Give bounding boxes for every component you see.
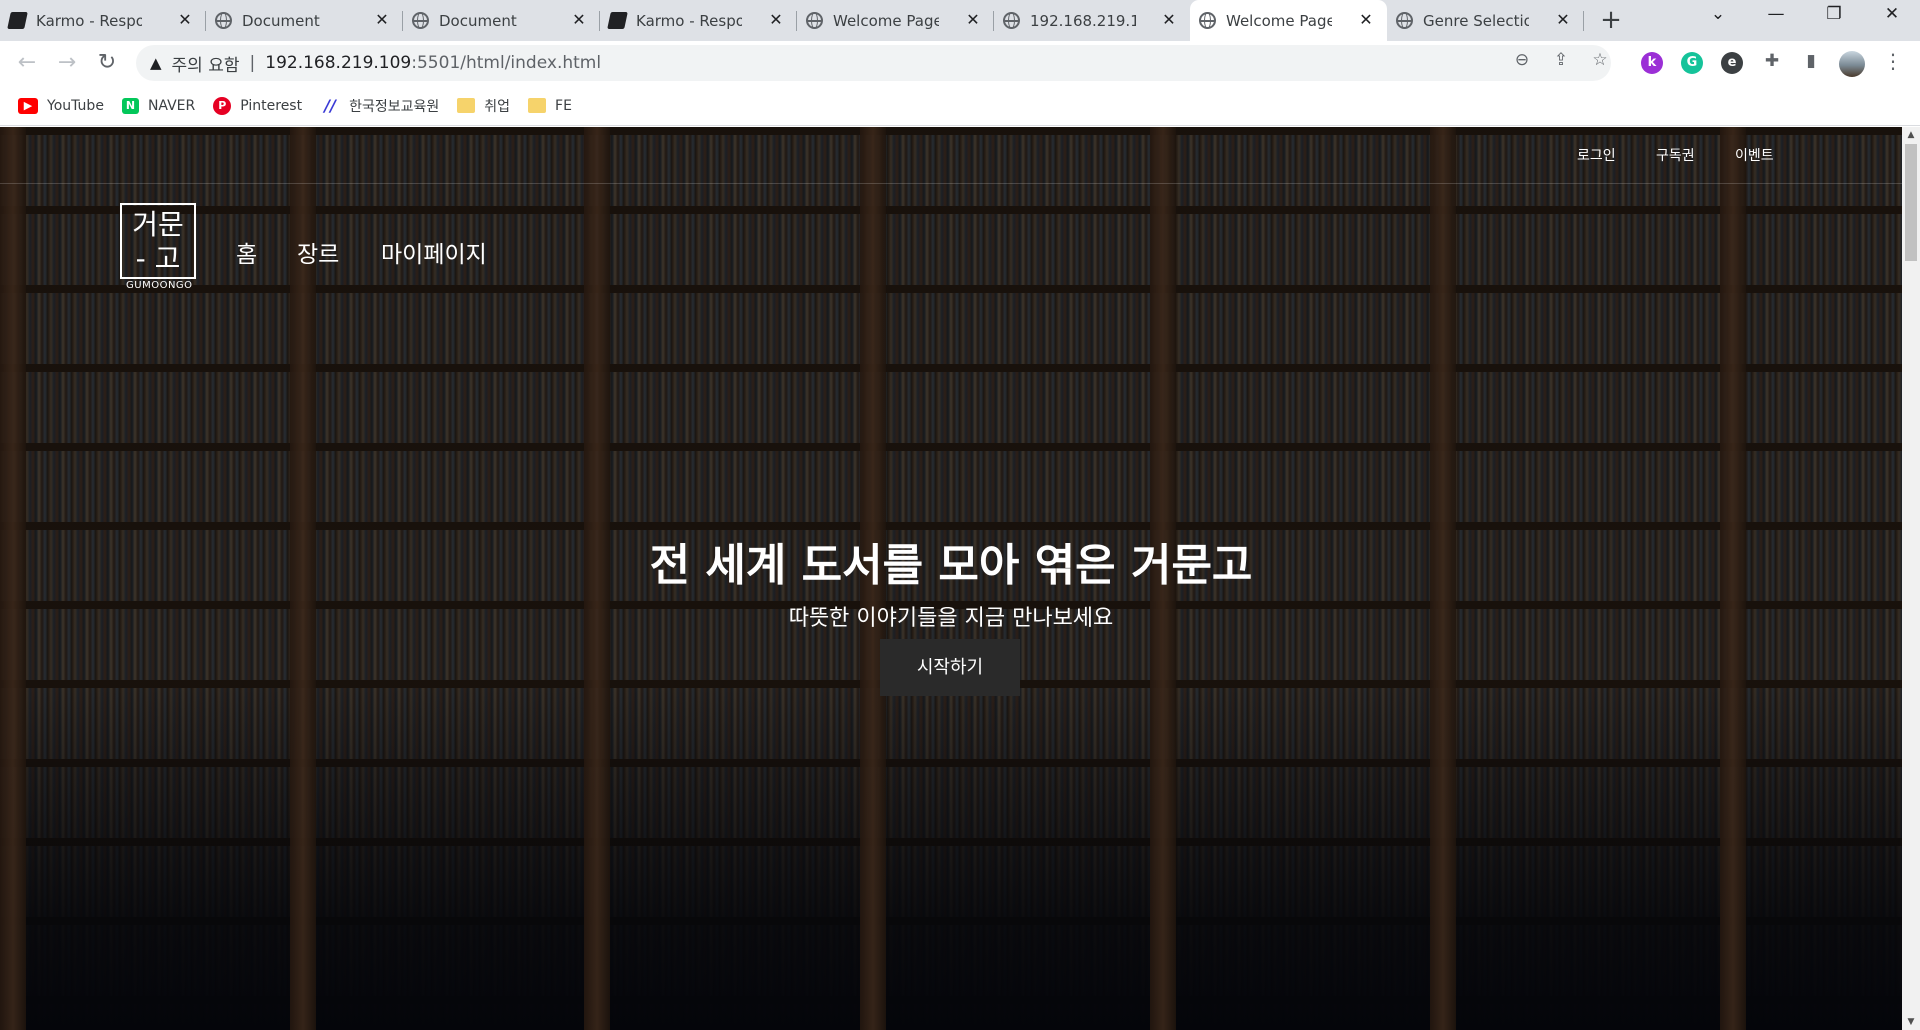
tab-title: Genre Selection P <box>1423 11 1529 30</box>
window-close-icon[interactable]: ✕ <box>1867 4 1917 24</box>
bookmark-label: Pinterest <box>240 97 303 114</box>
hero-subtitle: 따뜻한 이야기들을 지금 만나보세요 <box>788 606 1114 631</box>
globe-icon <box>1199 12 1216 29</box>
url-host: 192.168.219.109 <box>265 53 412 73</box>
tab-title: Karmo - Respons <box>36 11 142 30</box>
url-path: :5501/html/index.html <box>411 53 602 73</box>
tab-separator <box>1583 11 1584 31</box>
folder-icon <box>528 98 547 113</box>
tab[interactable]: Karmo - Respons ✕ <box>600 0 797 41</box>
tab-title: Karmo - Respons <box>636 11 742 30</box>
bookmark-youtube[interactable]: ▶ YouTube <box>18 92 104 120</box>
grammarly-icon[interactable]: G <box>1681 52 1703 74</box>
bookmark-pinterest[interactable]: P Pinterest <box>213 92 302 120</box>
tab[interactable]: Genre Selection P ✕ <box>1387 0 1584 41</box>
forward-icon[interactable]: → <box>53 49 81 77</box>
menu-kebab-icon[interactable]: ⋮ <box>1883 49 1903 73</box>
folder-icon <box>457 98 476 113</box>
tab[interactable]: 192.168.219.109 ✕ <box>994 0 1190 41</box>
nav-mypage[interactable]: 마이페이지 <box>381 235 487 269</box>
bookmark-folder[interactable]: 취업 <box>457 92 510 120</box>
close-icon[interactable]: ✕ <box>176 11 194 29</box>
login-link[interactable]: 로그인 <box>1577 145 1616 165</box>
tab[interactable]: Karmo - Respons ✕ <box>0 0 206 41</box>
restore-icon[interactable]: ❐ <box>1809 4 1859 24</box>
bookmark-kiie[interactable]: // 한국정보교육원 <box>320 92 439 120</box>
tab-title: Welcome Page <box>1226 11 1332 30</box>
bookmarks-bar: ▶ YouTube N NAVER P Pinterest // 한국정보교육원… <box>0 86 1920 126</box>
youtube-icon: ▶ <box>18 97 38 114</box>
bookmark-star-icon[interactable]: ☆ <box>1590 50 1610 70</box>
globe-icon <box>1396 12 1413 29</box>
vertical-scrollbar[interactable]: ▲ ▼ <box>1902 127 1920 1030</box>
tab[interactable]: Document ✕ <box>403 0 600 41</box>
logo-subtitle: GUMOONGO <box>126 280 193 291</box>
bookmark-label: YouTube <box>47 97 104 114</box>
subscription-link[interactable]: 구독권 <box>1656 145 1695 165</box>
globe-icon <box>215 12 232 29</box>
hero-title: 전 세계 도서를 모아 엮은 거문고 <box>649 540 1253 591</box>
tab-title: 192.168.219.109 <box>1030 11 1136 30</box>
extension-icon[interactable]: e <box>1721 52 1743 74</box>
share-icon[interactable]: ⇪ <box>1551 50 1571 70</box>
slash-logo-icon: // <box>324 95 336 115</box>
logo-line1: 거문 <box>132 208 184 241</box>
extensions-puzzle-icon[interactable]: ✚ <box>1762 51 1782 71</box>
profile-avatar[interactable] <box>1839 51 1865 77</box>
tab-strip: Karmo - Respons ✕ Document ✕ Document ✕ … <box>0 0 1920 41</box>
top-utility-bar: 로그인 구독권 이벤트 <box>0 127 1902 184</box>
bookmark-label: NAVER <box>147 97 196 114</box>
tab[interactable]: Document ✕ <box>206 0 403 41</box>
bookmark-label: 한국정보교육원 <box>349 98 440 115</box>
bookmark-naver[interactable]: N NAVER <box>121 92 196 120</box>
nav-genre[interactable]: 장르 <box>297 235 339 269</box>
hero-section: 로그인 구독권 이벤트 거문 - 고 GUMOONGO 홈 장르 마이페이지 전… <box>0 127 1902 1030</box>
close-icon[interactable]: ✕ <box>964 11 982 29</box>
reload-icon[interactable]: ↻ <box>93 49 121 77</box>
address-bar[interactable]: ▲ 주의 요함 | 192.168.219.109:5501/html/inde… <box>136 45 1611 81</box>
close-icon[interactable]: ✕ <box>767 11 785 29</box>
scroll-up-icon[interactable]: ▲ <box>1902 130 1920 140</box>
close-icon[interactable]: ✕ <box>373 11 391 29</box>
close-icon[interactable]: ✕ <box>570 11 588 29</box>
back-icon[interactable]: ← <box>13 49 41 77</box>
extension-icon[interactable]: k <box>1641 52 1663 74</box>
logo-line2: - 고 <box>135 242 181 275</box>
tab-title: Document <box>242 11 320 30</box>
side-panel-icon[interactable]: ▮ <box>1801 51 1821 71</box>
close-icon[interactable]: ✕ <box>1160 11 1178 29</box>
divider: | <box>249 53 256 73</box>
bookmark-label: 취업 <box>484 98 511 115</box>
scroll-down-icon[interactable]: ▼ <box>1902 1017 1920 1027</box>
karmo-icon <box>7 12 28 29</box>
browser-toolbar: ← → ↻ ▲ 주의 요함 | 192.168.219.109:5501/htm… <box>0 41 1920 86</box>
tab-title: Welcome Page <box>833 11 939 30</box>
globe-icon <box>412 12 429 29</box>
globe-icon <box>1003 12 1020 29</box>
nav-home[interactable]: 홈 <box>236 235 257 269</box>
globe-icon <box>806 12 823 29</box>
minimize-icon[interactable]: — <box>1751 4 1801 24</box>
security-warning-label[interactable]: 주의 요함 <box>172 51 240 76</box>
warning-icon[interactable]: ▲ <box>150 54 162 72</box>
scrollbar-thumb[interactable] <box>1905 144 1917 261</box>
tab-active[interactable]: Welcome Page ✕ <box>1190 0 1387 41</box>
tab-search-icon[interactable]: ⌄ <box>1693 4 1743 24</box>
tab-title: Document <box>439 11 517 30</box>
karmo-icon <box>607 12 628 29</box>
pinterest-icon: P <box>213 96 232 115</box>
new-tab-icon[interactable]: + <box>1597 7 1625 33</box>
bookmark-label: FE <box>555 97 572 114</box>
start-button[interactable]: 시작하기 <box>880 639 1020 696</box>
naver-icon: N <box>121 97 139 114</box>
close-icon[interactable]: ✕ <box>1357 11 1375 29</box>
zoom-icon[interactable]: ⊖ <box>1512 50 1532 70</box>
site-logo[interactable]: 거문 - 고 <box>120 203 196 279</box>
bookmark-folder[interactable]: FE <box>528 92 572 120</box>
event-link[interactable]: 이벤트 <box>1735 145 1774 165</box>
close-icon[interactable]: ✕ <box>1554 11 1572 29</box>
tab[interactable]: Welcome Page ✕ <box>797 0 994 41</box>
